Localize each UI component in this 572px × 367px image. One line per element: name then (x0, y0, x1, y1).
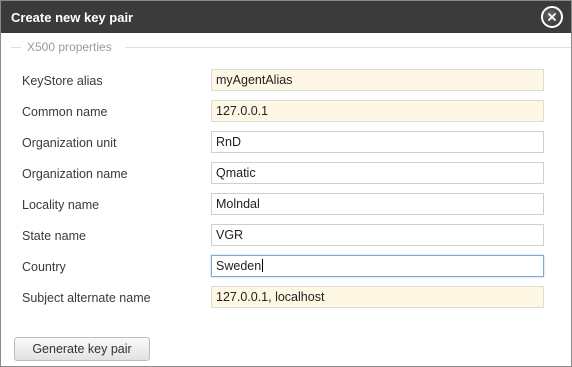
locality-name-label: Locality name (22, 198, 100, 212)
create-key-pair-dialog: Create new key pair X500 properties KeyS… (0, 0, 572, 367)
subject-alternate-name-label: Subject alternate name (22, 291, 151, 305)
organization-unit-label: Organization unit (22, 136, 117, 150)
country-field[interactable]: Sweden (211, 255, 544, 277)
country-label: Country (22, 260, 66, 274)
common-name-field[interactable]: 127.0.0.1 (211, 100, 544, 122)
common-name-label: Common name (22, 105, 108, 119)
close-icon (544, 9, 560, 25)
locality-name-field[interactable]: Molndal (211, 193, 544, 215)
close-button[interactable] (541, 6, 563, 28)
country-value: Sweden (216, 259, 262, 273)
organization-name-field[interactable]: Qmatic (211, 162, 544, 184)
fieldset-legend: X500 properties (27, 40, 112, 54)
state-name-field[interactable]: VGR (211, 224, 544, 246)
text-caret (262, 259, 264, 272)
fieldset-border (125, 47, 571, 48)
fieldset-border (11, 47, 21, 48)
dialog-titlebar: Create new key pair (1, 1, 571, 33)
keystore-alias-field[interactable]: myAgentAlias (211, 69, 544, 91)
organization-unit-field[interactable]: RnD (211, 131, 544, 153)
dialog-title: Create new key pair (11, 10, 134, 25)
subject-alternate-name-field[interactable]: 127.0.0.1, localhost (211, 286, 544, 308)
state-name-label: State name (22, 229, 86, 243)
generate-key-pair-button[interactable]: Generate key pair (14, 337, 150, 361)
keystore-alias-label: KeyStore alias (22, 74, 103, 88)
organization-name-label: Organization name (22, 167, 128, 181)
